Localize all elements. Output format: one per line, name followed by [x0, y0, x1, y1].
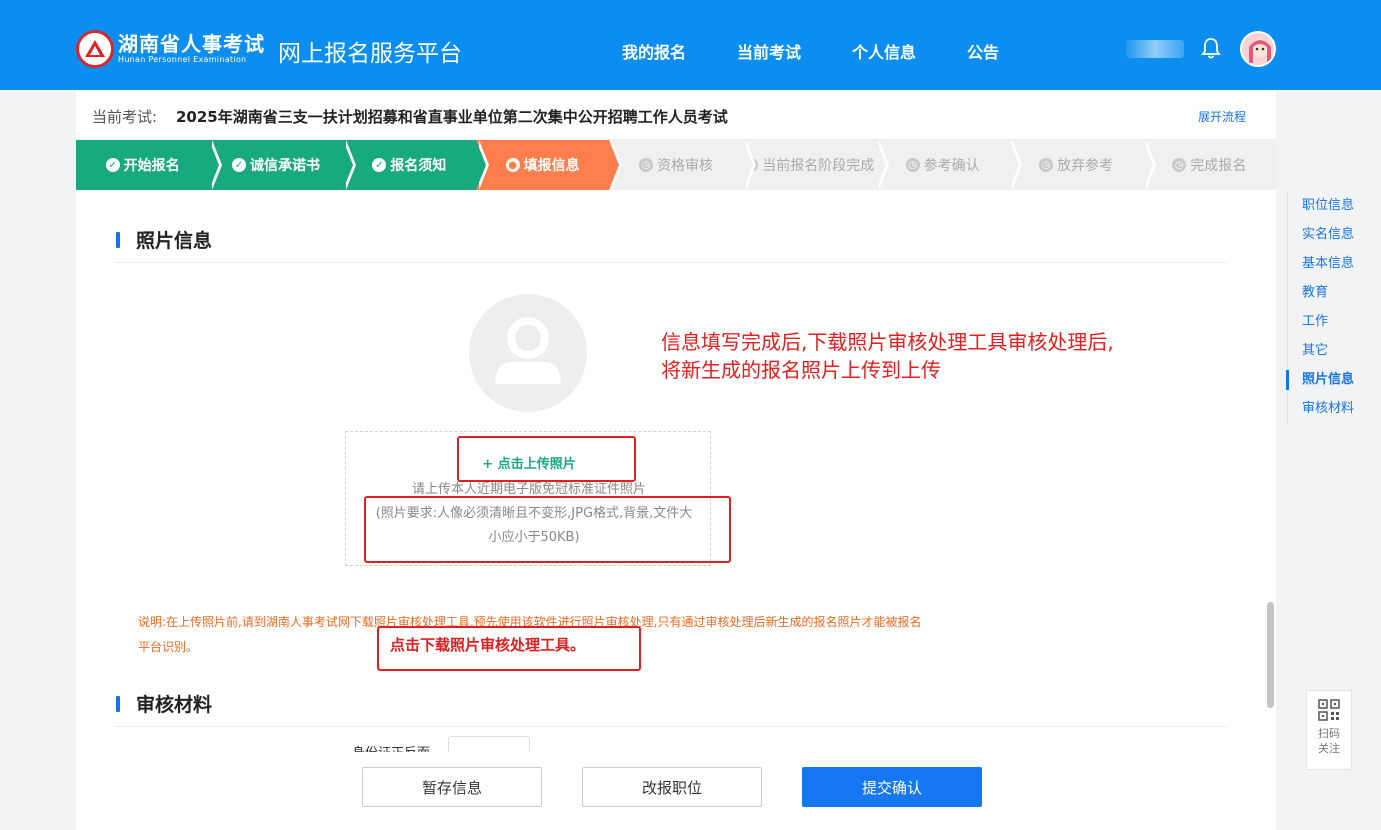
progress-steps: ✓开始报名✓诚信承诺书✓报名须知●填报信息◷资格审核◷当前报名阶段完成◷参考确认…: [76, 140, 1276, 190]
annotation-line-1: 信息填写完成后,下载照片审核处理工具审核处理后,: [661, 330, 1114, 354]
clock-icon: ◷: [1038, 158, 1053, 172]
step-5: ◷ 资格审核: [609, 140, 757, 190]
review-section-header: 审核材料: [116, 690, 212, 717]
user-avatar[interactable]: [1240, 31, 1276, 67]
step-label: 放弃参考: [1056, 158, 1113, 174]
step-label: 诚信承诺书: [249, 158, 320, 174]
current-exam-bar: 当前考试: 2025年湖南省三支一扶计划招募和省直事业单位第二次集中公开招聘工作…: [76, 90, 1276, 140]
photo-section-header: 照片信息: [116, 226, 212, 253]
location-pin-icon: ●: [505, 158, 520, 172]
expand-process-link[interactable]: 展开流程: [1198, 108, 1246, 125]
step-1: ✓ 开始报名: [76, 140, 223, 190]
step-label: 填报信息: [523, 158, 580, 174]
user-placeholder-icon: [495, 317, 561, 384]
photo-section-title: 照片信息: [136, 230, 213, 252]
nav-current-exam[interactable]: 当前考试: [737, 39, 801, 63]
qr-code-icon: [1318, 699, 1340, 721]
step-label: 报名须知: [390, 158, 447, 174]
rail-item-8[interactable]: 审核材料: [1288, 395, 1357, 424]
logo-emblem-icon: [76, 30, 114, 68]
check-circle-icon: ✓: [105, 158, 120, 172]
change-position-button[interactable]: 改报职位: [582, 767, 762, 807]
main-panel: 当前考试: 2025年湖南省三支一扶计划招募和省直事业单位第二次集中公开招聘工作…: [76, 90, 1276, 830]
step-label: 开始报名: [123, 158, 180, 174]
highlight-upload-button: [457, 436, 636, 482]
download-tool-link[interactable]: 点击下载照片审核处理工具。: [390, 634, 585, 655]
scrollbar-track[interactable]: [1266, 192, 1274, 812]
step-2: ✓ 诚信承诺书: [209, 140, 357, 190]
step-6: ◷当前报名阶段完成: [742, 140, 890, 190]
rail-item-1[interactable]: 职位信息: [1288, 192, 1357, 221]
step-7: ◷ 参考确认: [875, 140, 1023, 190]
rail-item-6[interactable]: 其它: [1288, 337, 1357, 366]
scrollbar-thumb[interactable]: [1267, 602, 1274, 708]
annotation-line-2: 将新生成的报名照片上传到上传: [661, 358, 941, 382]
platform-name: 网上报名服务平台: [278, 41, 462, 67]
clock-icon: ◷: [1172, 158, 1187, 172]
clock-icon: ◷: [905, 158, 920, 172]
rail-item-4[interactable]: 教育: [1288, 279, 1357, 308]
rail-item-3[interactable]: 基本信息: [1288, 250, 1357, 279]
exam-title: 2025年湖南省三支一扶计划招募和省直事业单位第二次集中公开招聘工作人员考试: [176, 108, 728, 126]
check-circle-icon: ✓: [231, 158, 246, 172]
rail-item-7[interactable]: 照片信息: [1286, 366, 1357, 395]
step-label: 参考确认: [923, 158, 980, 174]
rail-item-2[interactable]: 实名信息: [1288, 221, 1357, 250]
save-draft-button[interactable]: 暂存信息: [362, 767, 542, 807]
submit-button[interactable]: 提交确认: [802, 767, 982, 807]
section-marker: [116, 231, 120, 248]
review-section-title: 审核材料: [136, 694, 213, 716]
photo-placeholder: [469, 294, 587, 412]
step-label: 资格审核: [656, 158, 713, 174]
site-logo[interactable]: 湖南省人事考试 Hunan Personnel Examination: [76, 30, 265, 68]
step-3: ✓ 报名须知: [342, 140, 490, 190]
step-9: ◷ 完成报名: [1142, 140, 1276, 190]
action-bar: 暂存信息 改报职位 提交确认: [76, 758, 1276, 830]
main-nav: 我的报名 当前考试 个人信息 公告: [622, 39, 1050, 63]
nav-personal-info[interactable]: 个人信息: [852, 39, 916, 63]
instruction-annotation: 信息填写完成后,下载照片审核处理工具审核处理后, 将新生成的报名照片上传到上传: [661, 328, 1114, 384]
step-label: 当前报名阶段完成: [762, 158, 875, 174]
id-card-upload-box[interactable]: [448, 736, 530, 752]
qr-label-2: 关注: [1318, 742, 1340, 755]
username-blurred[interactable]: [1126, 40, 1184, 58]
bell-icon[interactable]: [1200, 36, 1222, 60]
nav-announcements[interactable]: 公告: [967, 39, 999, 63]
rail-item-5[interactable]: 工作: [1288, 308, 1357, 337]
divider: [116, 726, 1227, 727]
section-nav-rail: 职位信息 实名信息 基本信息 教育 工作 其它 照片信息 审核材料: [1286, 192, 1357, 424]
qr-label-1: 扫码: [1318, 727, 1340, 740]
step-4: ● 填报信息: [475, 140, 623, 190]
section-marker: [116, 695, 120, 712]
logo-title: 湖南省人事考试: [118, 32, 265, 56]
logo-subtitle: Hunan Personnel Examination: [118, 55, 247, 64]
step-8: ◷ 放弃参考: [1009, 140, 1156, 190]
check-circle-icon: ✓: [372, 158, 387, 172]
highlight-requirements: [364, 496, 731, 563]
qr-follow-widget[interactable]: 扫码 关注: [1306, 690, 1352, 770]
top-header: 湖南省人事考试 Hunan Personnel Examination 网上报名…: [0, 0, 1381, 90]
nav-my-registration[interactable]: 我的报名: [622, 39, 686, 63]
divider: [116, 262, 1227, 263]
exam-label: 当前考试:: [92, 108, 158, 126]
clock-icon: ◷: [638, 158, 653, 172]
step-label: 完成报名: [1190, 158, 1247, 174]
id-card-label: 身份证正反面: [352, 742, 430, 752]
